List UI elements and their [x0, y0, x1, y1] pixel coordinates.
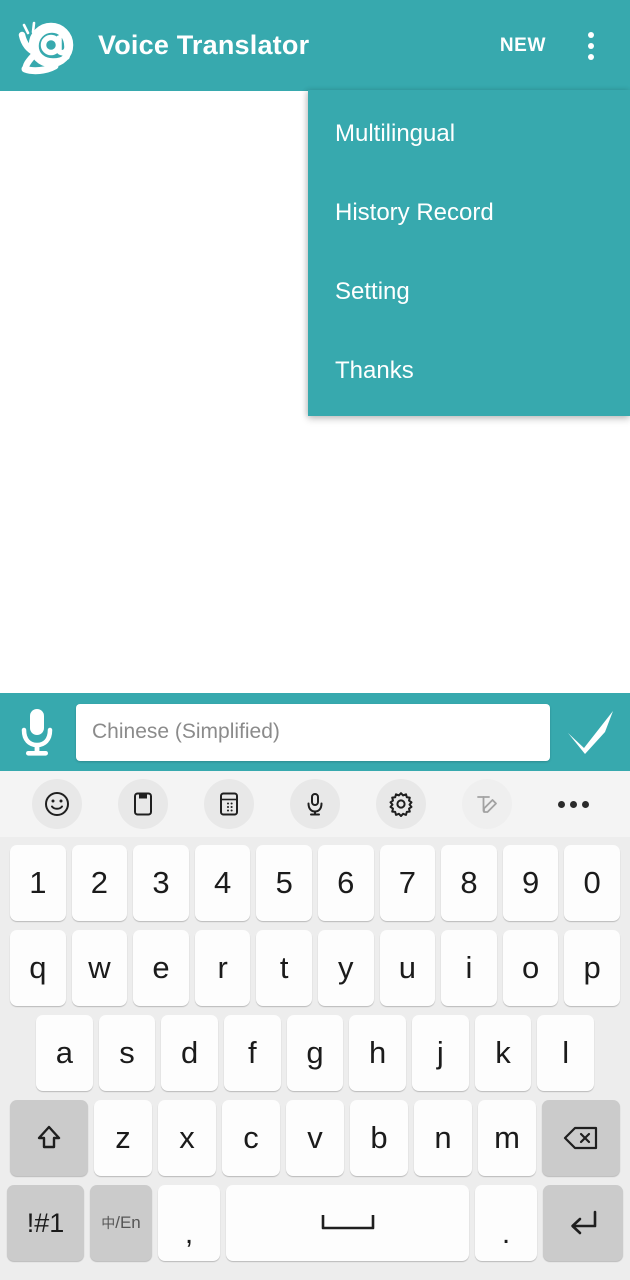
- menu-item-label: Multilingual: [335, 119, 456, 147]
- key-k[interactable]: k: [474, 1015, 532, 1091]
- keyboard-row-numbers: 1 2 3 4 5 6 7 8 9 0: [4, 845, 626, 921]
- key-4[interactable]: 4: [194, 845, 251, 921]
- key-i[interactable]: i: [441, 930, 497, 1006]
- microphone-icon[interactable]: [10, 702, 64, 762]
- key-g[interactable]: g: [286, 1015, 344, 1091]
- key-n[interactable]: n: [414, 1100, 472, 1176]
- keyboard-row-zxcv: z x c v b n m: [4, 1100, 626, 1176]
- more-dots: [557, 800, 589, 808]
- keyboard-toolbar: [0, 771, 630, 837]
- more-dot: [581, 800, 589, 808]
- key-p[interactable]: p: [564, 930, 620, 1006]
- clipboard-icon[interactable]: [118, 779, 168, 829]
- emoji-icon[interactable]: [32, 779, 82, 829]
- language-toggle-en: /En: [115, 1213, 141, 1232]
- overflow-dot: [588, 31, 594, 38]
- backspace-icon[interactable]: [542, 1100, 620, 1176]
- menu-item-setting[interactable]: Setting: [308, 252, 630, 331]
- key-b[interactable]: b: [350, 1100, 408, 1176]
- more-options-icon[interactable]: [548, 779, 598, 829]
- keyboard-layout-icon[interactable]: [204, 779, 254, 829]
- keyboard-rows: 1 2 3 4 5 6 7 8 9 0 q w e r t y u i o p …: [0, 837, 630, 1267]
- language-toggle-cn: 中: [101, 1215, 116, 1231]
- key-a[interactable]: a: [35, 1015, 93, 1091]
- key-d[interactable]: d: [161, 1015, 218, 1091]
- handwriting-icon: [462, 779, 512, 829]
- key-f[interactable]: f: [224, 1015, 281, 1091]
- overflow-dot: [588, 42, 594, 49]
- keyboard-row-bottom: !#1 中/En , .: [4, 1185, 626, 1261]
- key-5[interactable]: 5: [256, 845, 312, 921]
- soft-keyboard: 1 2 3 4 5 6 7 8 9 0 q w e r t y u i o p …: [0, 771, 630, 1280]
- key-z[interactable]: z: [94, 1100, 152, 1176]
- language-input-field[interactable]: Chinese (Simplified): [76, 703, 550, 761]
- key-l[interactable]: l: [537, 1015, 595, 1091]
- more-dot: [557, 800, 565, 808]
- key-x[interactable]: x: [158, 1100, 216, 1176]
- key-3[interactable]: 3: [133, 845, 189, 921]
- space-key[interactable]: [226, 1185, 469, 1261]
- key-period[interactable]: .: [475, 1185, 537, 1261]
- key-y[interactable]: y: [318, 930, 374, 1006]
- key-0[interactable]: 0: [564, 845, 620, 921]
- overflow-menu-icon[interactable]: [576, 26, 606, 66]
- menu-item-label: Setting: [335, 277, 410, 305]
- key-o[interactable]: o: [502, 930, 559, 1006]
- key-q[interactable]: q: [10, 930, 66, 1006]
- key-m[interactable]: m: [478, 1100, 536, 1176]
- language-input-placeholder: Chinese (Simplified): [92, 720, 280, 743]
- language-toggle-key[interactable]: 中/En: [90, 1185, 152, 1261]
- new-badge[interactable]: NEW: [500, 35, 546, 57]
- key-e[interactable]: e: [133, 930, 189, 1006]
- key-v[interactable]: v: [286, 1100, 344, 1176]
- overflow-dot: [588, 53, 594, 60]
- key-9[interactable]: 9: [502, 845, 559, 921]
- menu-item-label: History Record: [335, 198, 494, 226]
- menu-item-thanks[interactable]: Thanks: [308, 331, 630, 410]
- overflow-dropdown-menu: Multilingual History Record Setting Than…: [308, 90, 630, 416]
- key-s[interactable]: s: [98, 1015, 156, 1091]
- key-u[interactable]: u: [379, 930, 436, 1006]
- confirm-checkmark-icon[interactable]: [560, 701, 622, 763]
- key-2[interactable]: 2: [71, 845, 128, 921]
- key-r[interactable]: r: [194, 930, 251, 1006]
- more-dot: [569, 800, 577, 808]
- key-h[interactable]: h: [349, 1015, 407, 1091]
- key-c[interactable]: c: [222, 1100, 280, 1176]
- app-bar: Voice Translator NEW: [0, 0, 630, 91]
- keyboard-row-qwerty: q w e r t y u i o p: [4, 930, 626, 1006]
- shift-icon[interactable]: [10, 1100, 88, 1176]
- snail-at-logo-icon: [10, 13, 84, 79]
- menu-item-label: Thanks: [335, 356, 414, 384]
- symbols-key[interactable]: !#1: [7, 1185, 84, 1261]
- settings-gear-icon[interactable]: [376, 779, 426, 829]
- key-7[interactable]: 7: [379, 845, 436, 921]
- key-comma[interactable]: ,: [158, 1185, 220, 1261]
- voice-input-icon[interactable]: [290, 779, 340, 829]
- menu-item-history-record[interactable]: History Record: [308, 173, 630, 252]
- key-6[interactable]: 6: [318, 845, 374, 921]
- menu-item-multilingual[interactable]: Multilingual: [308, 94, 630, 173]
- input-bar: Chinese (Simplified): [0, 693, 630, 771]
- page-title: Voice Translator: [98, 30, 310, 60]
- key-t[interactable]: t: [256, 930, 312, 1006]
- key-1[interactable]: 1: [10, 845, 66, 921]
- language-toggle-label: 中/En: [101, 1213, 141, 1233]
- keyboard-row-asdf: a s d f g h j k l: [4, 1015, 626, 1091]
- key-j[interactable]: j: [412, 1015, 469, 1091]
- key-8[interactable]: 8: [441, 845, 497, 921]
- key-w[interactable]: w: [71, 930, 128, 1006]
- enter-icon[interactable]: [543, 1185, 623, 1261]
